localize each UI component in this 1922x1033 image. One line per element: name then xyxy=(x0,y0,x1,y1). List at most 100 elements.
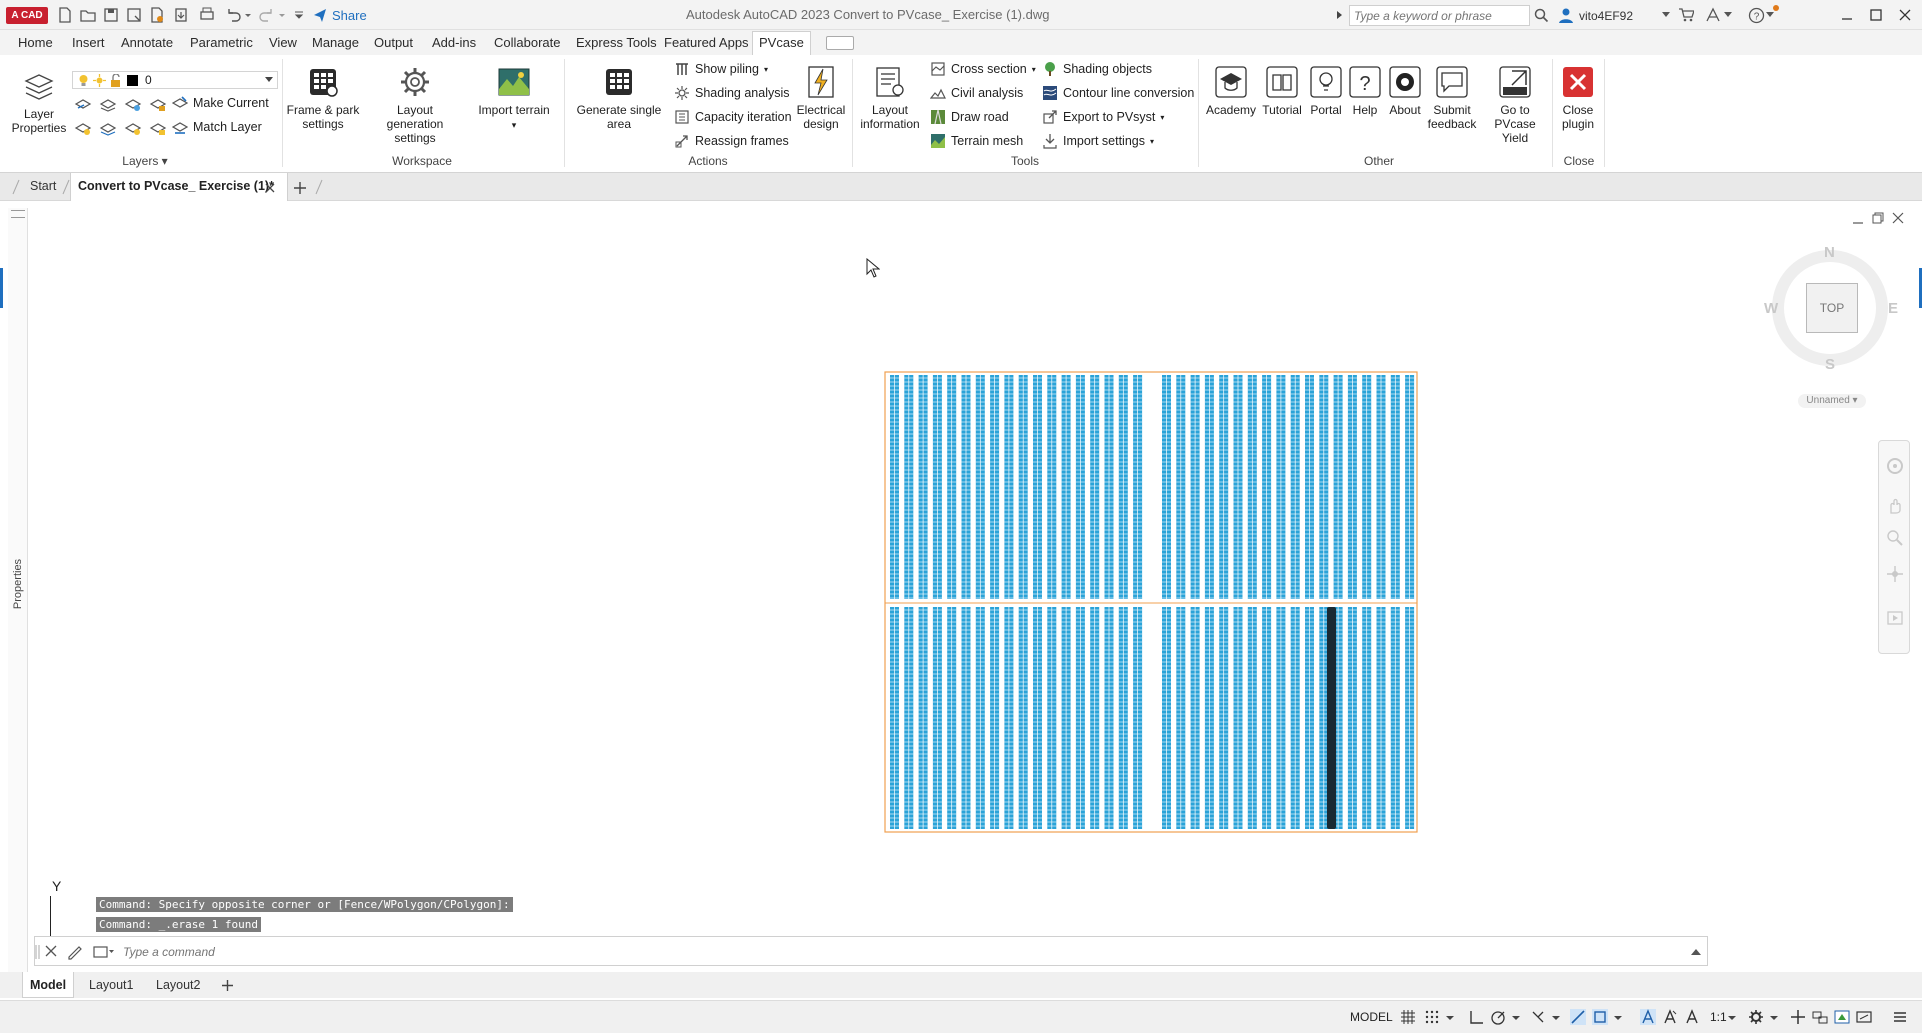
tab-featured-apps[interactable]: Featured Apps xyxy=(658,34,755,55)
grid-icon[interactable] xyxy=(1400,1009,1416,1025)
generate-single-area-button[interactable]: Generate single area xyxy=(570,65,668,131)
capacity-iteration-button[interactable]: Capacity iteration xyxy=(674,107,792,127)
tab-start[interactable]: Start xyxy=(30,179,56,193)
undo-icon[interactable] xyxy=(224,6,242,24)
frame-park-settings-button[interactable]: Frame & park settings xyxy=(284,65,362,131)
object-snap-tracking-icon[interactable] xyxy=(1570,1009,1586,1025)
tab-view[interactable]: View xyxy=(263,34,303,55)
reassign-frames-button[interactable]: Reassign frames xyxy=(674,131,789,151)
close-plugin-button[interactable]: Close plugin xyxy=(1554,65,1602,131)
zoom-extents-icon[interactable] xyxy=(1886,529,1904,547)
help-icon[interactable]: ? xyxy=(1748,7,1765,24)
selected-panel-row[interactable] xyxy=(1327,607,1336,829)
save-icon[interactable] xyxy=(102,6,120,24)
user-name[interactable]: vito4EF92 xyxy=(1579,9,1633,23)
osnap-dropdown-icon[interactable] xyxy=(1614,1009,1622,1025)
annotation-scale-value[interactable]: 1:1 xyxy=(1710,1010,1727,1024)
auto-scale-icon[interactable] xyxy=(1662,1009,1678,1025)
layer-on-all-icon[interactable] xyxy=(74,120,92,136)
pvcase-yield-button[interactable]: Go to PVcase Yield xyxy=(1480,65,1550,145)
export-pvsyst-button[interactable]: Export to PVsyst ▾ xyxy=(1042,107,1164,127)
snap-icon[interactable] xyxy=(1424,1009,1440,1025)
expand-arrow-icon[interactable] xyxy=(1336,10,1344,20)
app-menu-button[interactable]: A CAD xyxy=(6,7,48,24)
palette-grip[interactable] xyxy=(11,210,25,218)
recent-commands-icon[interactable] xyxy=(93,945,115,959)
viewcube-top-face[interactable]: TOP xyxy=(1806,283,1858,333)
object-snap-icon[interactable] xyxy=(1592,1009,1608,1025)
user-icon[interactable] xyxy=(1558,7,1574,23)
layer-isolate-icon[interactable] xyxy=(99,96,117,112)
tab-output[interactable]: Output xyxy=(368,34,419,55)
import-terrain-button[interactable]: Import terrain ▾ xyxy=(470,65,558,132)
user-dropdown-icon[interactable] xyxy=(1662,12,1670,18)
showmotion-icon[interactable] xyxy=(1886,609,1904,627)
tab-add-ins[interactable]: Add-ins xyxy=(426,34,482,55)
tab-layout1[interactable]: Layout1 xyxy=(89,978,133,992)
compass-north[interactable]: N xyxy=(1824,244,1835,261)
save-as-icon[interactable] xyxy=(125,6,143,24)
tab-collaborate[interactable]: Collaborate xyxy=(488,34,567,55)
maximize-icon[interactable] xyxy=(1869,8,1883,22)
tab-parametric[interactable]: Parametric xyxy=(184,34,259,55)
viewport-restore-icon[interactable] xyxy=(1872,212,1884,224)
close-command-line-icon[interactable] xyxy=(45,945,57,957)
workspace-gear-icon[interactable] xyxy=(1748,1009,1764,1025)
command-history-toggle-icon[interactable] xyxy=(1691,948,1701,956)
tab-express-tools[interactable]: Express Tools xyxy=(570,34,663,55)
terrain-mesh-button[interactable]: Terrain mesh xyxy=(930,131,1023,151)
civil-analysis-button[interactable]: Civil analysis xyxy=(930,83,1023,103)
viewport-minimize-icon[interactable] xyxy=(1852,214,1864,226)
close-window-icon[interactable] xyxy=(1898,8,1912,22)
tab-home[interactable]: Home xyxy=(12,34,59,55)
layer-freeze-icon[interactable] xyxy=(124,96,142,112)
annotation-visibility-icon[interactable] xyxy=(1640,1009,1656,1025)
new-tab-icon[interactable] xyxy=(293,181,307,195)
save-to-web-icon[interactable] xyxy=(172,6,190,24)
academy-button[interactable]: Academy xyxy=(1204,65,1258,117)
redo-icon[interactable] xyxy=(258,6,276,24)
isodraft-icon[interactable] xyxy=(1530,1009,1546,1025)
pan-icon[interactable] xyxy=(1886,497,1904,515)
layer-dropdown[interactable]: 0 xyxy=(72,71,278,89)
layer-properties-button[interactable]: Layer Properties xyxy=(8,69,70,135)
compass-south[interactable]: S xyxy=(1825,356,1835,373)
open-from-web-icon[interactable] xyxy=(148,6,166,24)
shading-analysis-button[interactable]: Shading analysis xyxy=(674,83,790,103)
new-layout-icon[interactable] xyxy=(221,979,234,992)
search-input[interactable] xyxy=(1349,5,1530,26)
import-settings-button[interactable]: Import settings ▾ xyxy=(1042,131,1154,151)
shading-objects-button[interactable]: Shading objects xyxy=(1042,59,1152,79)
plot-icon[interactable] xyxy=(198,6,216,24)
polar-dropdown-icon[interactable] xyxy=(1512,1009,1520,1025)
new-file-icon[interactable] xyxy=(56,6,74,24)
tab-model[interactable]: Model xyxy=(30,978,66,992)
help-button[interactable]: ? Help xyxy=(1344,65,1386,117)
layer-unisolate-icon[interactable] xyxy=(99,120,117,136)
submit-feedback-button[interactable]: Submit feedback xyxy=(1424,65,1480,131)
minimize-icon[interactable] xyxy=(1840,9,1854,23)
viewcube[interactable]: N S W E TOP Unnamed ▾ xyxy=(1760,244,1900,414)
contour-line-conversion-button[interactable]: Contour line conversion xyxy=(1042,83,1194,103)
scale-dropdown-icon[interactable] xyxy=(1728,1009,1736,1025)
open-folder-icon[interactable] xyxy=(79,6,97,24)
layer-lock-icon[interactable] xyxy=(149,96,167,112)
orbit-icon[interactable] xyxy=(1886,565,1904,583)
share-button[interactable]: Share xyxy=(312,7,367,23)
layers-panel-title[interactable]: Layers ▾ xyxy=(120,154,170,168)
connect-dropdown-icon[interactable] xyxy=(1724,12,1732,18)
layout-generation-settings-button[interactable]: Layout generation settings xyxy=(367,65,463,145)
draw-road-button[interactable]: Draw road xyxy=(930,107,1009,127)
ortho-icon[interactable] xyxy=(1468,1009,1484,1025)
customization-menu-icon[interactable] xyxy=(1892,1009,1908,1025)
pv-layout-drawing[interactable] xyxy=(884,371,1418,833)
snap-dropdown-icon[interactable] xyxy=(1446,1009,1454,1025)
tab-annotate[interactable]: Annotate xyxy=(115,34,179,55)
command-grip-icon[interactable] xyxy=(35,944,41,960)
customize-command-icon[interactable] xyxy=(67,944,83,960)
annotation-scale-icon[interactable] xyxy=(1684,1009,1700,1025)
cross-section-button[interactable]: Cross section ▾ xyxy=(930,59,1036,79)
ribbon-options-button[interactable] xyxy=(826,36,854,50)
tab-pvcase[interactable]: PVcase xyxy=(752,31,811,55)
help-dropdown-icon[interactable] xyxy=(1766,12,1774,18)
